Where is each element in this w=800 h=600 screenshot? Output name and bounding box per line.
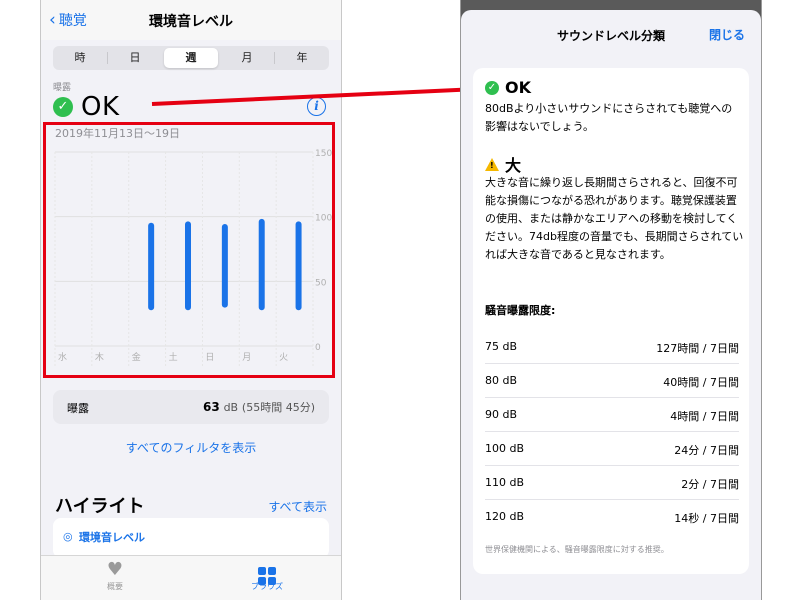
limit-time: 127時間 / 7日間 bbox=[656, 342, 739, 355]
limit-row: 75 dB 127時間 / 7日間 bbox=[485, 330, 739, 364]
highlights-title: ハイライト bbox=[55, 496, 145, 517]
segment-week[interactable]: 週 bbox=[164, 48, 218, 68]
limit-time: 14秒 / 7日間 bbox=[674, 512, 739, 525]
page-title: 環境音レベル bbox=[149, 14, 233, 30]
segment-month[interactable]: 月 bbox=[220, 46, 274, 70]
left-screen: ‹ 聴覚 環境音レベル 時 日 週 月 年 曝露 ✓ OK i 2019年11月… bbox=[40, 0, 342, 600]
tab-browse-label: ブラウズ bbox=[251, 582, 283, 591]
summary-number: 63 bbox=[203, 400, 220, 414]
period-segmented-control: 時 日 週 月 年 bbox=[53, 46, 329, 70]
limit-db: 75 dB bbox=[485, 340, 518, 353]
loud-heading: 大 bbox=[505, 156, 522, 175]
show-all-link[interactable]: すべて表示 bbox=[268, 498, 327, 515]
tab-summary[interactable]: ♥ 概要 bbox=[75, 560, 155, 592]
highlight-card-label: 環境音レベル bbox=[79, 531, 145, 544]
limit-time: 4時間 / 7日間 bbox=[670, 410, 739, 423]
loud-heading-row: ! 大 bbox=[485, 152, 521, 176]
summary-label: 曝露 bbox=[67, 402, 89, 415]
footnote: 世界保健機関による、騒音曝露限度に対する推奨。 bbox=[485, 545, 669, 554]
right-screen: サウンドレベル分類 閉じる ✓ OK 80dBより小さいサウンドにさらされても聴… bbox=[460, 0, 762, 600]
summary-value: 63 dB (55時間 45分) bbox=[203, 399, 315, 415]
limits-title: 騒音曝露限度: bbox=[485, 304, 556, 317]
limit-time: 24分 / 7日間 bbox=[674, 444, 739, 457]
ok-heading: OK bbox=[505, 78, 531, 97]
limit-row: 110 dB 2分 / 7日間 bbox=[485, 466, 739, 500]
exposure-summary-card[interactable]: 曝露 63 dB (55時間 45分) bbox=[53, 390, 329, 424]
tab-browse[interactable]: ブラウズ bbox=[227, 560, 307, 592]
limit-row: 120 dB 14秒 / 7日間 bbox=[485, 500, 739, 533]
warning-icon: ! bbox=[485, 157, 499, 171]
nav-bar: ‹ 聴覚 環境音レベル bbox=[41, 0, 341, 40]
check-circle-icon: ✓ bbox=[485, 80, 499, 95]
limit-db: 90 dB bbox=[485, 408, 518, 421]
segment-year[interactable]: 年 bbox=[275, 46, 329, 70]
limit-time: 2分 / 7日間 bbox=[681, 478, 739, 491]
limit-db: 80 dB bbox=[485, 374, 518, 387]
classification-card: ✓ OK 80dBより小さいサウンドにさらされても聴覚への影響はないでしょう。 … bbox=[473, 68, 749, 574]
close-button[interactable]: 閉じる bbox=[709, 26, 745, 43]
loud-description: 大きな音に繰り返し長期間さらされると、回復不可能な損傷につながる恐れがあります。… bbox=[485, 176, 744, 261]
ok-description: 80dBより小さいサウンドにさらされても聴覚への影響はないでしょう。 bbox=[485, 102, 733, 133]
heart-icon: ♥ bbox=[106, 559, 124, 580]
limit-row: 90 dB 4時間 / 7日間 bbox=[485, 398, 739, 432]
info-icon[interactable]: i bbox=[307, 97, 326, 116]
segment-hour[interactable]: 時 bbox=[53, 46, 107, 70]
tab-bar: ♥ 概要 ブラウズ bbox=[41, 555, 341, 600]
annotation-highlight-box bbox=[43, 122, 335, 378]
status-row: ✓ OK bbox=[53, 93, 120, 121]
limits-list: 75 dB 127時間 / 7日間 80 dB 40時間 / 7日間 90 dB… bbox=[485, 330, 739, 533]
grid-icon bbox=[227, 560, 307, 585]
limit-time: 40時間 / 7日間 bbox=[663, 376, 739, 389]
segment-day[interactable]: 日 bbox=[108, 46, 162, 70]
status-text: OK bbox=[81, 92, 120, 122]
ok-heading-row: ✓ OK bbox=[485, 78, 531, 97]
summary-unit: dB bbox=[223, 401, 239, 414]
limit-db: 100 dB bbox=[485, 442, 525, 455]
limit-row: 80 dB 40時間 / 7日間 bbox=[485, 364, 739, 398]
limit-row: 100 dB 24分 / 7日間 bbox=[485, 432, 739, 466]
limit-db: 110 dB bbox=[485, 476, 525, 489]
exposure-label: 曝露 bbox=[53, 83, 72, 93]
show-all-filters-link[interactable]: すべてのフィルタを表示 bbox=[41, 439, 341, 456]
check-circle-icon: ✓ bbox=[53, 97, 73, 117]
highlight-card[interactable]: ◎ 環境音レベル bbox=[53, 518, 329, 558]
tab-summary-label: 概要 bbox=[107, 582, 123, 591]
limit-db: 120 dB bbox=[485, 510, 525, 523]
summary-detail: (55時間 45分) bbox=[241, 401, 315, 414]
ear-icon: ◎ bbox=[63, 530, 73, 543]
